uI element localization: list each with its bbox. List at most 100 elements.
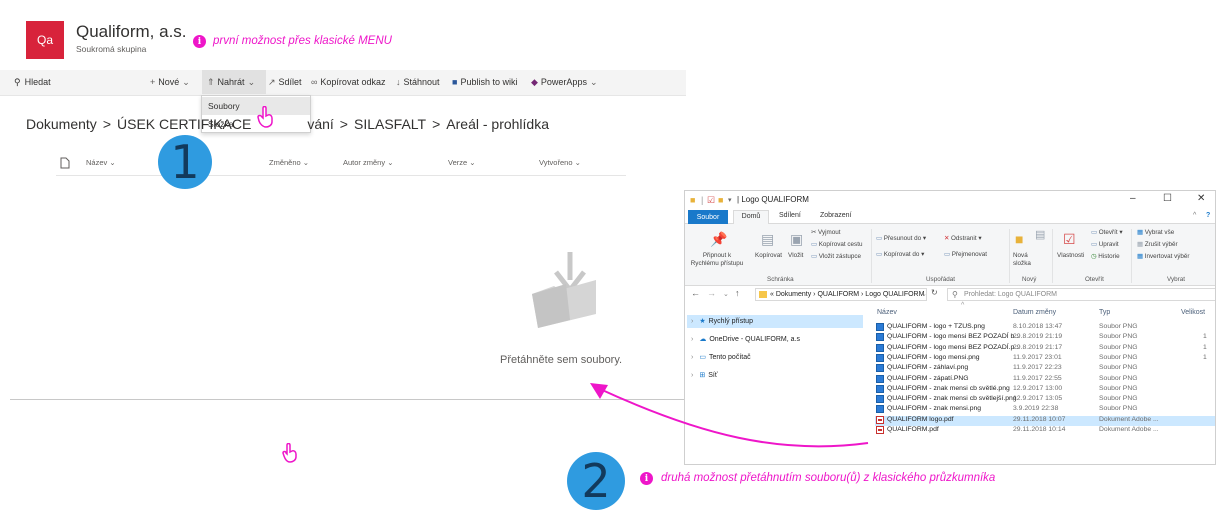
maximize-icon[interactable]: ☐ [1163,193,1172,204]
file-row[interactable]: QUALIFORM.pdf 29.11.2018 10:14 Dokument Ad… [875,426,1215,436]
recent-dropdown-icon[interactable]: ⌄ [723,290,729,298]
powerapps-button[interactable]: ◆ PowerApps ⌄ [531,77,601,88]
ribbon-collapse-icon[interactable]: ^ [1193,212,1196,219]
address-bar[interactable]: « Dokumenty › QUALIFORM › Logo QUALIFORM [755,288,927,301]
file-name: QUALIFORM - logo mensi BEZ POZADÍ b... [887,333,1020,341]
breadcrumb-separator: > [339,116,348,132]
file-type: Soubor PNG [1099,333,1138,341]
column-modified[interactable]: Změněno ⌄ [269,158,309,167]
download-icon: ↓ [396,77,401,87]
new-item-icon[interactable]: ▤ [1035,228,1045,241]
copy-button[interactable]: Kopírovat [755,252,782,260]
menu-item-files[interactable]: Soubory [202,97,310,115]
back-icon[interactable]: ← [691,288,700,298]
open-button[interactable]: ▭ Otevřít ▾ [1091,229,1123,237]
tab-view[interactable]: Zobrazení [820,212,852,219]
file-size: 1 [1203,353,1207,361]
paste-shortcut-label: Vložit zástupce [818,253,862,260]
file-row[interactable]: QUALIFORM logo.pdf 29.11.2018 10:07 Dokume… [875,415,1215,426]
upload-button[interactable]: ⇑ Nahrát ⌄ [207,77,258,88]
properties-button[interactable]: Vlastnosti [1057,252,1084,260]
site-logo[interactable]: Qa [26,21,64,59]
address-dropdown-icon[interactable]: ⌄ [921,290,927,298]
file-column-size[interactable]: Velikost [1181,309,1205,316]
copy-path-button[interactable]: ▭ Kopírovat cestu [811,241,862,249]
move-to-button[interactable]: ▭ Přesunout do ▾ [876,235,926,243]
new-folder-large-icon: ■ [1015,231,1024,247]
group-select: Vybrat [1167,276,1185,283]
column-name[interactable]: Název ⌄ [86,158,116,167]
file-column-name[interactable]: Název [877,309,897,316]
select-none-button[interactable]: ▦ Zrušit výběr [1137,241,1178,249]
copy-to-label: Kopírovat do [883,251,920,258]
forward-icon[interactable]: → [707,288,716,298]
select-all-button[interactable]: ▦ Vybrat vše [1137,229,1174,237]
close-icon[interactable]: ✕ [1197,193,1205,204]
breadcrumb-item[interactable]: Dokumenty [26,116,97,132]
file-row[interactable]: QUALIFORM - logo mensi.png 11.9.2017 23:0… [875,353,1215,364]
file-type: Dokument Adobe ... [1099,415,1159,423]
copy-link-button[interactable]: ∞ Kopírovat odkaz [311,77,385,87]
column-created[interactable]: Vytvořeno ⌄ [539,158,581,167]
file-row[interactable]: QUALIFORM - znak mensi cb světlé.png 12.9… [875,384,1215,395]
edit-button[interactable]: ▭ Upravit [1091,241,1119,249]
download-button[interactable]: ↓ Stáhnout [396,77,440,87]
file-row[interactable]: QUALIFORM - záhlaví.png 11.9.2017 22:23 So… [875,364,1215,374]
window-title-text: Logo QUALIFORM [741,195,809,204]
file-name: QUALIFORM - znak mensi.png [887,405,982,413]
invert-icon: ▦ [1137,253,1145,260]
file-column-type[interactable]: Typ [1099,309,1110,316]
nav-quick-access[interactable]: › ★ Rychlý přístup [687,315,863,328]
refresh-icon[interactable]: ↻ [931,288,938,297]
nav-this-pc[interactable]: › ▭ Tento počítač [691,351,751,364]
search-box[interactable]: ⚲ Hledat [14,77,51,88]
publish-to-wiki-button[interactable]: ■ Publish to wiki [452,77,517,87]
file-row[interactable]: QUALIFORM - znak mensi cb světlejší.png 1… [875,395,1215,405]
breadcrumb-current: Areál - prohlídka [446,116,549,132]
new-folder-button[interactable]: Nová složka [1013,252,1033,268]
file-row[interactable]: QUALIFORM - znak mensi.png 3.9.2019 22:38… [875,405,1215,415]
column-label: Verze [448,158,468,167]
column-divider [56,175,626,176]
site-title[interactable]: Qualiform, a.s. [76,22,187,42]
file-row[interactable]: QUALIFORM - logo mensi BEZ POZADÍ.p... 29… [875,343,1215,354]
history-button[interactable]: ◷ Historie [1091,253,1120,261]
star-icon: ★ [699,318,706,325]
properties-icon[interactable]: ☑ [707,195,715,206]
breadcrumb: Dokumenty > ÚSEK CERTIFIKACE vání > SILA… [26,116,549,132]
quick-access-dropdown-icon[interactable]: ▾ [728,196,732,204]
explorer-search-input[interactable]: ⚲ Prohledat: Logo QUALIFORM [947,288,1215,301]
up-icon[interactable]: ↑ [735,288,740,298]
breadcrumb-item[interactable]: vání [307,116,333,132]
history-label: Historie [1098,253,1120,260]
file-row[interactable]: QUALIFORM - logo mensi BEZ POZADÍ b... 29… [875,333,1215,343]
new-button[interactable]: + Nové ⌄ [150,77,193,88]
file-column-date[interactable]: Datum změny [1013,309,1056,316]
file-row[interactable]: QUALIFORM - logo + TZUS.png 8.10.2018 13:… [875,323,1215,333]
copy-to-button[interactable]: ▭ Kopírovat do ▾ [876,251,924,259]
file-name: QUALIFORM.pdf [887,426,939,433]
rename-button[interactable]: ▭ Přejmenovat [944,251,987,259]
expand-icon[interactable]: › [691,354,693,361]
delete-button[interactable]: ✕ Odstranit ▾ [944,235,982,243]
share-button[interactable]: ↗ Sdílet [268,77,302,88]
invert-selection-button[interactable]: ▦ Invertovat výběr [1137,253,1190,261]
paste-button[interactable]: Vložit [788,252,803,260]
minimize-icon[interactable]: – [1130,193,1136,204]
tab-home[interactable]: Domů [733,210,769,224]
nav-onedrive[interactable]: › ☁ OneDrive - QUALIFORM, a.s [691,333,800,346]
tab-file[interactable]: Soubor [688,210,728,224]
column-modified-by[interactable]: Autor změny ⌄ [343,158,393,167]
cut-button[interactable]: ✂ Vyjmout [811,229,841,237]
new-folder-icon[interactable]: ■ [718,195,723,205]
breadcrumb-item[interactable]: SILASFALT [354,116,426,132]
help-icon[interactable]: ? [1206,212,1210,219]
expand-icon[interactable]: › [691,318,693,325]
paste-shortcut-button[interactable]: ▭ Vložit zástupce [811,253,861,261]
column-version[interactable]: Verze ⌄ [448,158,476,167]
pin-button[interactable]: Připnout k Rychlému přístupu [689,252,745,268]
file-row[interactable]: QUALIFORM - zápatí.PNG 11.9.2017 22:55 Sou… [875,374,1215,385]
tab-share[interactable]: Sdílení [779,212,801,219]
breadcrumb-item[interactable]: ÚSEK CERTIFIKACE [117,116,251,132]
expand-icon[interactable]: › [691,336,693,343]
